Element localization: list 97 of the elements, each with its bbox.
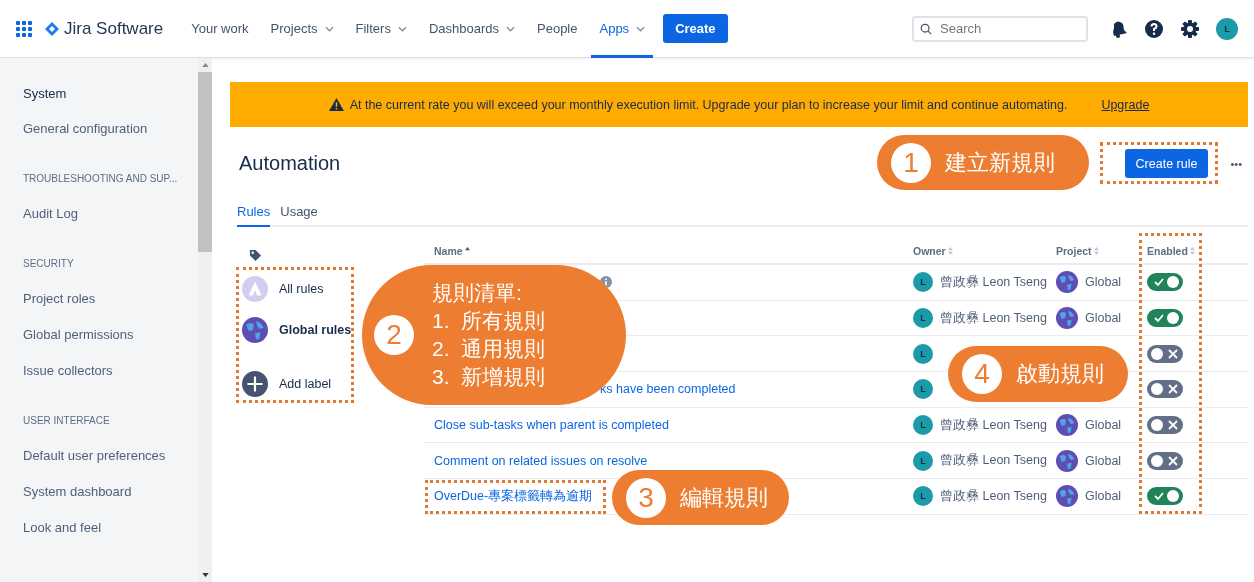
rule-name-link[interactable]: Comment on related issues on resolve [434, 453, 648, 468]
sidebar-item[interactable]: System dashboard [23, 484, 198, 499]
globe-icon [1056, 485, 1078, 508]
chevron-icon [636, 25, 646, 32]
sidebar-item[interactable]: Issue collectors [23, 363, 198, 378]
settings-icon[interactable] [1180, 18, 1200, 39]
step-number: 2 [374, 315, 414, 355]
add-icon [242, 371, 268, 397]
column-header[interactable]: Name [424, 245, 913, 257]
sidebar-item[interactable]: Default user preferences [23, 448, 198, 463]
globe-icon [1056, 414, 1078, 437]
owner-avatar: L [913, 450, 933, 471]
diamond-logo-icon [44, 20, 60, 37]
owner-avatar: L [913, 343, 933, 364]
app-switcher-icon[interactable] [16, 20, 32, 37]
project-name: Global [1085, 418, 1122, 433]
callout-text: 2. 通用規則 [432, 336, 546, 362]
owner-name: 曾政彝 Leon Tseng [940, 452, 1047, 470]
sidebar-item[interactable]: General configuration [23, 121, 198, 136]
globe-icon [242, 317, 268, 343]
sidebar-heading: SECURITY [23, 258, 75, 269]
sidebar-heading: System [23, 86, 68, 101]
sidebar-item[interactable]: Look and feel [23, 520, 198, 535]
tab[interactable]: Usage [280, 200, 318, 227]
app-name[interactable]: Jira Software [64, 18, 164, 39]
user-avatar[interactable]: L [1216, 17, 1238, 40]
chevron-icon [397, 25, 407, 32]
globe-icon [1056, 449, 1078, 472]
upgrade-link[interactable]: Upgrade [1101, 97, 1150, 112]
callout-text: 規則清單: [432, 280, 523, 306]
callout-text: 編輯規則 [680, 483, 768, 512]
project-name: Global [1085, 453, 1122, 468]
label-filter[interactable]: Global rules [242, 317, 352, 343]
column-header[interactable]: Project [1056, 245, 1137, 257]
banner-message: At the current rate you will exceed your monthly execution limit. Upgrade your plan to increase your limit and continue automating. [349, 97, 1068, 112]
search-icon [920, 22, 932, 35]
tab[interactable]: Rules [237, 200, 271, 227]
nav-item[interactable]: Your work [183, 0, 257, 58]
scrollbar[interactable] [198, 58, 212, 582]
sidebar-item[interactable]: Global permissions [23, 327, 198, 342]
nav-item[interactable]: Apps [591, 0, 654, 58]
create-button[interactable]: Create [663, 14, 728, 43]
step-number: 4 [962, 354, 1002, 394]
scroll-down-icon[interactable] [201, 573, 209, 577]
search-field[interactable]: Search [912, 15, 1088, 42]
column-header[interactable]: Enabled [1137, 245, 1227, 257]
enabled-toggle[interactable] [1147, 344, 1183, 363]
rule-name-link[interactable]: Close sub-tasks when parent is completed [434, 418, 669, 433]
column-header[interactable]: Owner [913, 245, 1056, 257]
globe-icon [1056, 271, 1078, 294]
owner-name: 曾政彝 Leon Tseng [940, 309, 1047, 327]
owner-avatar: L [913, 486, 933, 507]
project-name: Global [1085, 311, 1122, 326]
sidebar-heading: TROUBLESHOOTING AND SUP... [23, 173, 179, 184]
step-number: 1 [891, 142, 931, 183]
owner-name: 曾政彝 Leon Tseng [940, 273, 1047, 291]
sidebar-item[interactable]: Project roles [23, 291, 198, 306]
enabled-toggle[interactable] [1147, 273, 1183, 292]
label-filter[interactable]: All rules [242, 276, 324, 302]
owner-avatar: L [913, 415, 933, 436]
owner-avatar: L [913, 272, 933, 293]
create-rule-button[interactable]: Create rule [1124, 149, 1209, 178]
callout-text: 啟動規則 [1016, 360, 1104, 388]
globe-icon [1056, 307, 1078, 330]
nav-item[interactable]: Projects [262, 0, 342, 58]
owner-name: 曾政彝 Leon Tseng [940, 416, 1047, 434]
page-title: Automation [239, 152, 341, 175]
atlassian-logo-icon [242, 276, 268, 302]
callout-text: 建立新規則 [945, 148, 1055, 177]
step-number: 3 [626, 477, 666, 518]
project-name: Global [1085, 275, 1122, 290]
rule-name-link[interactable]: OverDue-專案標籤轉為逾期 [434, 487, 593, 505]
enabled-toggle[interactable] [1147, 416, 1183, 435]
scrollbar-thumb[interactable] [198, 72, 212, 252]
owner-name: 曾政彝 Leon Tseng [940, 487, 1047, 505]
warning-icon [328, 98, 344, 111]
chevron-icon [506, 25, 515, 32]
enabled-toggle[interactable] [1147, 309, 1183, 328]
nav-item[interactable]: People [529, 0, 586, 58]
nav-item[interactable]: Filters [347, 0, 415, 58]
help-icon[interactable] [1144, 18, 1164, 39]
callout-text: 1. 所有規則 [432, 308, 546, 334]
sidebar-heading: USER INTERFACE [23, 415, 111, 426]
owner-avatar: L [913, 379, 933, 400]
scroll-up-icon[interactable] [201, 63, 209, 67]
sidebar-item[interactable]: Audit Log [23, 206, 198, 221]
tag-icon [249, 249, 262, 262]
enabled-toggle[interactable] [1147, 451, 1183, 470]
more-button[interactable]: ••• [1230, 157, 1242, 170]
enabled-toggle[interactable] [1147, 380, 1183, 399]
callout-text: 3. 新增規則 [432, 364, 546, 390]
enabled-toggle[interactable] [1147, 487, 1183, 506]
chevron-icon [324, 25, 334, 32]
project-name: Global [1085, 489, 1122, 504]
label-filter[interactable]: Add label [242, 371, 332, 397]
nav-item[interactable]: Dashboards [420, 0, 523, 58]
owner-avatar: L [913, 308, 933, 329]
